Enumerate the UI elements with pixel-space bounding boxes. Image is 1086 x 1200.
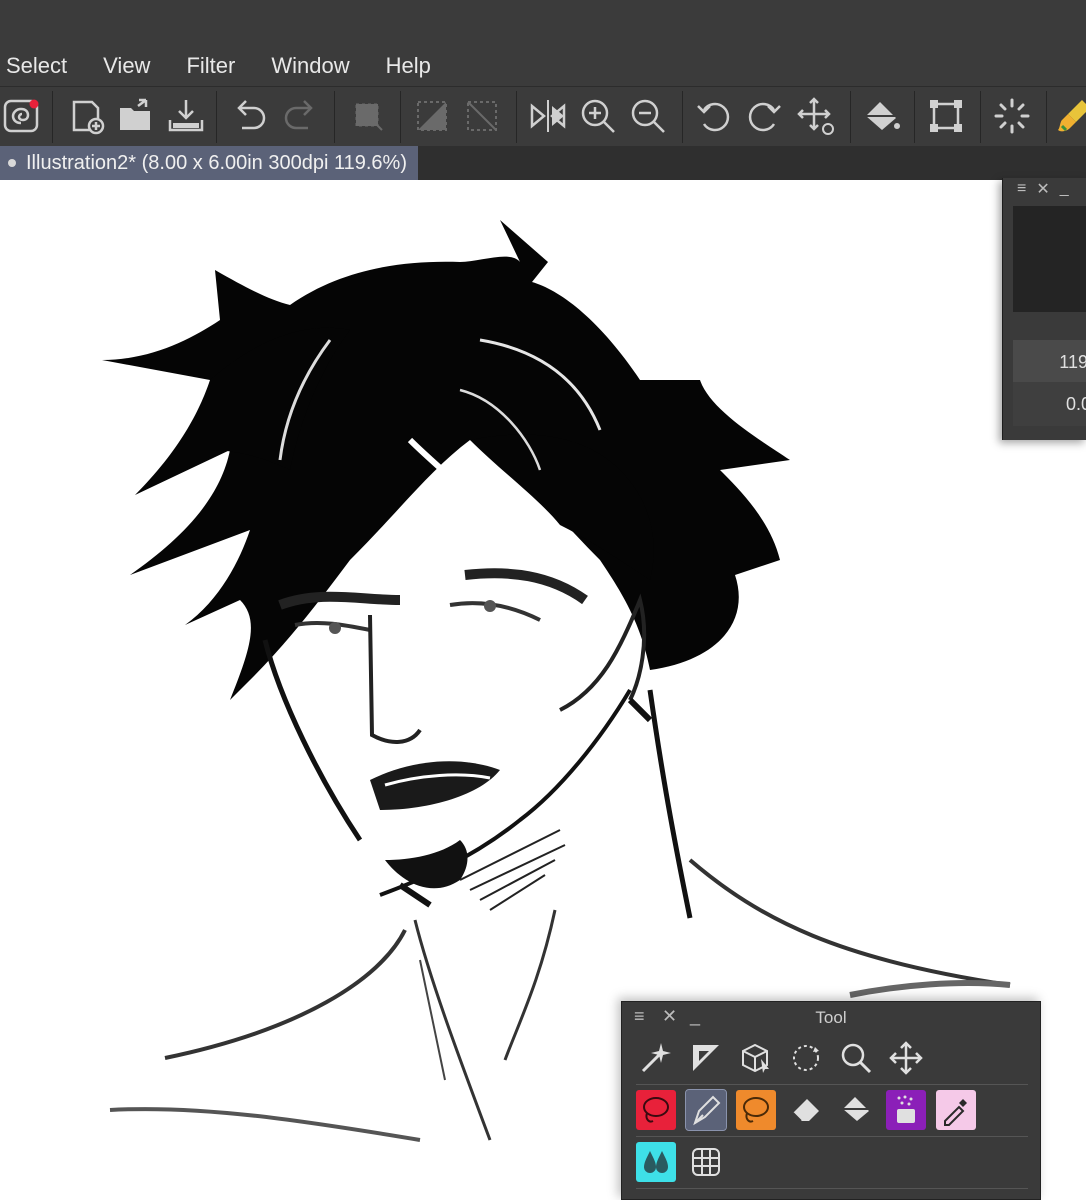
toolbar-separator	[914, 91, 915, 143]
navigator-panel-header: ≡ ✕ _	[1003, 178, 1086, 200]
minimize-icon[interactable]: _	[1060, 180, 1069, 198]
toolbar-separator	[334, 91, 335, 143]
clear-icon[interactable]	[410, 93, 454, 139]
eraser-icon[interactable]	[786, 1090, 826, 1130]
tool-row	[636, 1089, 986, 1131]
tool-panel-header: ≡ ✕ _ Tool	[622, 1002, 1040, 1032]
lasso-fill-icon[interactable]	[636, 1090, 676, 1130]
toolbar-separator	[980, 91, 981, 143]
fill-icon[interactable]	[860, 93, 904, 139]
tool-panel: ≡ ✕ _ Tool	[621, 1001, 1041, 1200]
brush-icon[interactable]	[1052, 93, 1086, 139]
command-bar	[0, 86, 1086, 147]
zoom-out-icon[interactable]	[626, 93, 670, 139]
toolbar-separator	[400, 91, 401, 143]
tool-row-divider	[636, 1136, 1028, 1137]
selection-icon[interactable]	[346, 93, 390, 139]
open-folder-icon[interactable]	[114, 93, 158, 139]
rotate-right-icon[interactable]	[742, 93, 786, 139]
tool-row-divider	[636, 1188, 1028, 1189]
toolbar-separator	[52, 91, 53, 143]
rotate-left-icon[interactable]	[692, 93, 736, 139]
blend-icon[interactable]	[636, 1142, 676, 1182]
menu-select[interactable]: Select	[0, 53, 67, 79]
tool-row-divider	[636, 1084, 1028, 1085]
document-tab-label: Illustration2* (8.00 x 6.00in 300dpi 119…	[26, 151, 407, 174]
menu-view[interactable]: View	[97, 53, 150, 79]
zoom-value[interactable]: 119.6	[1013, 340, 1086, 384]
airbrush-icon[interactable]	[886, 1090, 926, 1130]
toolbar-separator	[850, 91, 851, 143]
rotation-value[interactable]: 0.0	[1013, 382, 1086, 426]
clear-outside-icon[interactable]	[460, 93, 504, 139]
menu-window[interactable]: Window	[265, 53, 349, 79]
tool-row	[636, 1038, 936, 1078]
lasso-rotate-icon[interactable]	[786, 1038, 826, 1078]
flip-horizontal-icon[interactable]	[526, 93, 570, 139]
app-logo-icon[interactable]	[0, 93, 44, 139]
menu-filter[interactable]: Filter	[180, 53, 235, 79]
zoom-in-icon[interactable]	[576, 93, 620, 139]
document-tab-bar: Illustration2* (8.00 x 6.00in 300dpi 119…	[0, 146, 1086, 180]
menu-help[interactable]: Help	[380, 53, 431, 79]
document-tab[interactable]: Illustration2* (8.00 x 6.00in 300dpi 119…	[0, 146, 418, 180]
magnifier-icon[interactable]	[836, 1038, 876, 1078]
loading-icon[interactable]	[990, 93, 1034, 139]
close-icon[interactable]: ✕	[1036, 179, 1049, 199]
toolbar-separator	[1046, 91, 1047, 143]
tool-row	[636, 1142, 736, 1182]
toolbar-separator	[516, 91, 517, 143]
toolbar-separator	[682, 91, 683, 143]
bucket-icon[interactable]	[836, 1090, 876, 1130]
unsaved-dot-icon	[8, 159, 16, 167]
move-icon[interactable]	[794, 93, 838, 139]
menu-bar: Select View Filter Window Help	[0, 46, 1086, 86]
navigator-preview[interactable]	[1013, 206, 1086, 312]
tool-panel-title: Tool	[815, 1008, 847, 1027]
move-layer-icon[interactable]	[886, 1038, 926, 1078]
pen-icon[interactable]	[685, 1089, 727, 1131]
magic-wand-icon[interactable]	[636, 1038, 676, 1078]
transform-icon[interactable]	[924, 93, 968, 139]
new-file-icon[interactable]	[64, 93, 108, 139]
eyedropper-icon[interactable]	[936, 1090, 976, 1130]
grid-icon[interactable]	[686, 1142, 726, 1182]
lasso-brush-icon[interactable]	[736, 1090, 776, 1130]
navigator-panel: ≡ ✕ _ 119.6 0.0	[1002, 178, 1086, 440]
undo-icon[interactable]	[228, 93, 272, 139]
3d-object-icon[interactable]	[736, 1038, 776, 1078]
save-icon[interactable]	[164, 93, 208, 139]
redo-icon[interactable]	[278, 93, 322, 139]
toolbar-separator	[216, 91, 217, 143]
menu-icon[interactable]: ≡	[1017, 180, 1026, 198]
title-bar	[0, 0, 1086, 46]
ruler-icon[interactable]	[686, 1038, 726, 1078]
